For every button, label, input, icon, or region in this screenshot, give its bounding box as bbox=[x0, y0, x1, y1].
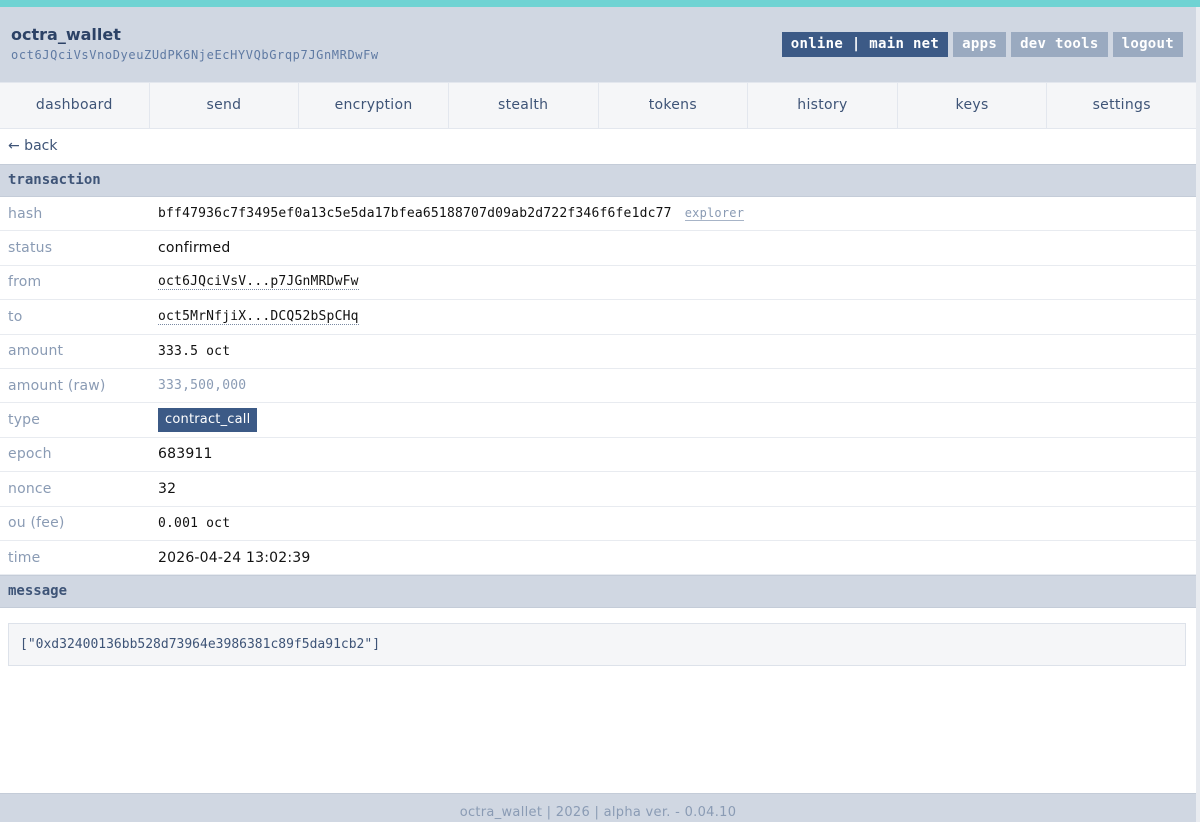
main-nav: dashboard send encryption stealth tokens… bbox=[0, 82, 1196, 129]
dev-tools-button[interactable]: dev tools bbox=[1011, 32, 1108, 57]
amount-raw-value: 333,500,000 bbox=[158, 378, 247, 394]
nav-history[interactable]: history bbox=[748, 83, 898, 128]
amount-value: 333.5 oct bbox=[158, 343, 231, 359]
time-row: time 2026-04-24 13:02:39 bbox=[0, 541, 1196, 576]
network-status-button[interactable]: online | main net bbox=[781, 32, 949, 57]
to-row: to oct5MrNfjiX...DCQ52bSpCHq bbox=[0, 300, 1196, 335]
transaction-section-header: transaction bbox=[0, 164, 1196, 197]
nav-stealth[interactable]: stealth bbox=[449, 83, 599, 128]
from-row: from oct6JQciVsV...p7JGnMRDwFw bbox=[0, 266, 1196, 301]
hash-value-group: bff47936c7f3495ef0a13c5e5da17bfea6518870… bbox=[158, 206, 745, 222]
logout-button[interactable]: logout bbox=[1112, 32, 1183, 57]
epoch-row: epoch 683911 bbox=[0, 438, 1196, 473]
type-label: type bbox=[8, 412, 41, 429]
fee-value: 0.001 oct bbox=[158, 515, 231, 531]
epoch-label: epoch bbox=[8, 446, 52, 463]
time-value: 2026-04-24 13:02:39 bbox=[158, 549, 311, 566]
hash-value: bff47936c7f3495ef0a13c5e5da17bfea6518870… bbox=[158, 206, 672, 222]
fee-row: ou (fee) 0.001 oct bbox=[0, 507, 1196, 541]
type-row: type contract_call bbox=[0, 403, 1196, 438]
from-label: from bbox=[8, 274, 42, 291]
scrollbar[interactable] bbox=[1196, 7, 1200, 822]
explorer-link[interactable]: explorer bbox=[684, 206, 745, 222]
nav-send[interactable]: send bbox=[150, 83, 300, 128]
nav-settings[interactable]: settings bbox=[1047, 83, 1196, 128]
nav-encryption[interactable]: encryption bbox=[299, 83, 449, 128]
footer-text: octra_wallet | 2026 | alpha ver. - 0.04.… bbox=[459, 805, 737, 820]
type-value-wrap: contract_call bbox=[158, 408, 258, 433]
top-accent-bar bbox=[0, 0, 1200, 7]
to-address-link[interactable]: oct5MrNfjiX...DCQ52bSpCHq bbox=[158, 309, 359, 325]
footer: octra_wallet | 2026 | alpha ver. - 0.04.… bbox=[0, 793, 1196, 822]
nonce-value: 32 bbox=[158, 480, 177, 497]
epoch-value: 683911 bbox=[158, 446, 213, 463]
amount-raw-label: amount (raw) bbox=[8, 377, 106, 394]
header-actions: online | main net apps dev tools logout bbox=[781, 32, 1183, 57]
app-header: octra_wallet oct6JQciVsVnoDyeuZUdPK6NjeE… bbox=[0, 7, 1196, 82]
transaction-details: hash bff47936c7f3495ef0a13c5e5da17bfea65… bbox=[0, 197, 1196, 576]
message-section-header: message bbox=[0, 575, 1196, 608]
nonce-row: nonce 32 bbox=[0, 472, 1196, 507]
status-row: status confirmed bbox=[0, 231, 1196, 266]
back-link[interactable]: ← back bbox=[8, 138, 57, 154]
apps-button[interactable]: apps bbox=[953, 32, 1007, 57]
status-value: confirmed bbox=[158, 240, 231, 257]
nav-dashboard[interactable]: dashboard bbox=[0, 83, 150, 128]
amount-row: amount 333.5 oct bbox=[0, 335, 1196, 369]
app-title: octra_wallet bbox=[11, 25, 121, 44]
fee-label: ou (fee) bbox=[8, 515, 65, 532]
status-label: status bbox=[8, 240, 53, 257]
type-badge: contract_call bbox=[158, 408, 258, 433]
hash-label: hash bbox=[8, 205, 43, 222]
from-address-link[interactable]: oct6JQciVsV...p7JGnMRDwFw bbox=[158, 274, 359, 291]
message-content: ["0xd32400136bb528d73964e3986381c89f5da9… bbox=[8, 623, 1186, 666]
nonce-label: nonce bbox=[8, 480, 52, 497]
nav-keys[interactable]: keys bbox=[898, 83, 1048, 128]
nav-tokens[interactable]: tokens bbox=[599, 83, 749, 128]
amount-raw-row: amount (raw) 333,500,000 bbox=[0, 369, 1196, 404]
hash-row: hash bff47936c7f3495ef0a13c5e5da17bfea65… bbox=[0, 197, 1196, 232]
amount-label: amount bbox=[8, 343, 64, 360]
time-label: time bbox=[8, 549, 41, 566]
to-label: to bbox=[8, 308, 23, 325]
wallet-address: oct6JQciVsVnoDyeuZUdPK6NjeEcHYVQbGrqp7JG… bbox=[11, 48, 379, 62]
